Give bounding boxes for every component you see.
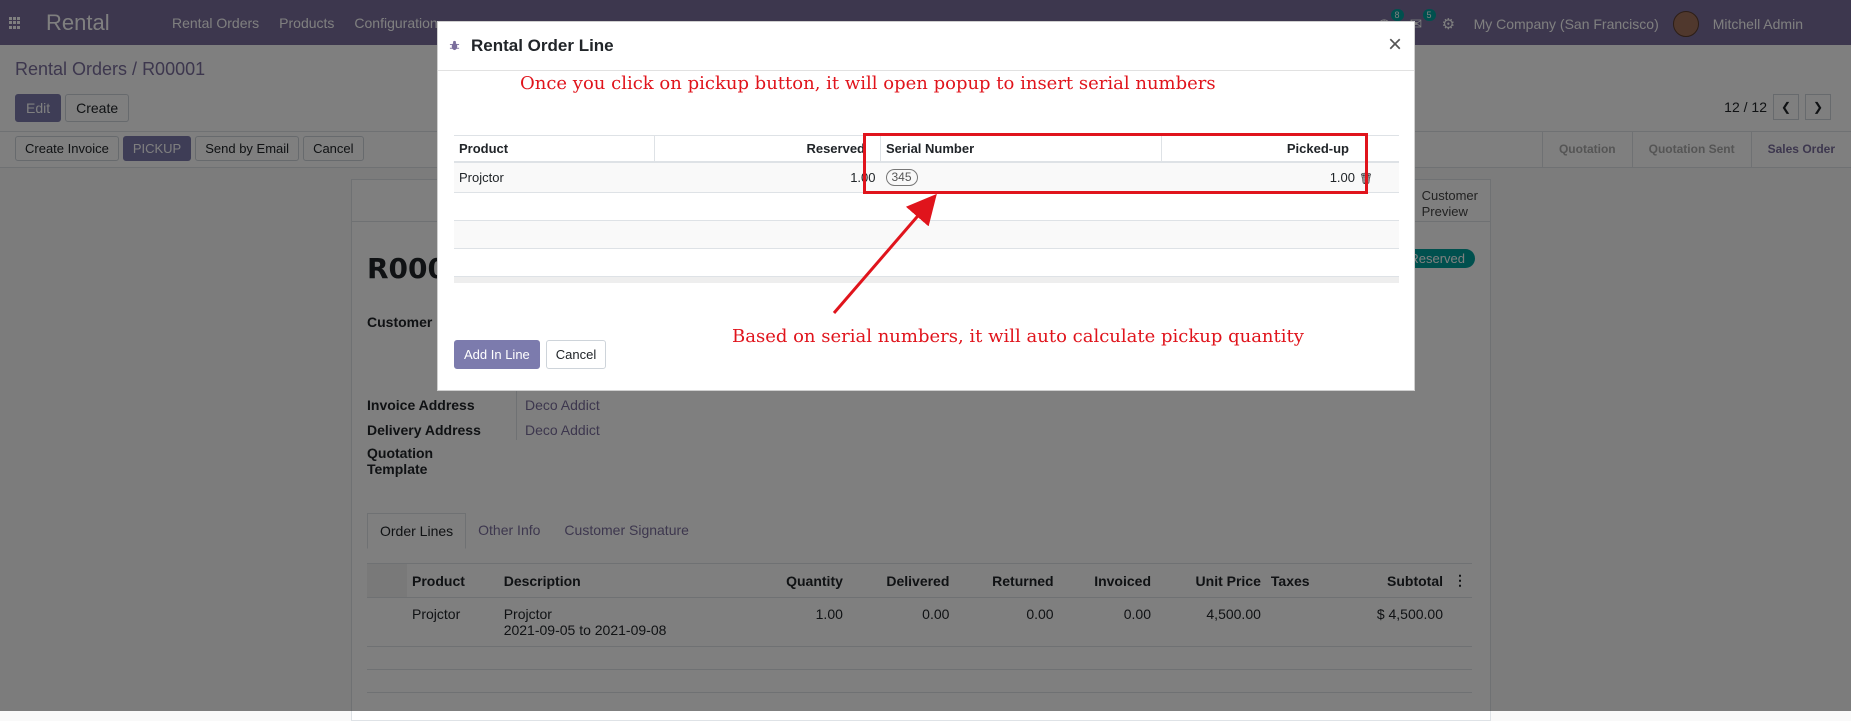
annotation-bottom: Based on serial numbers, it will auto ca…: [732, 326, 1304, 347]
add-in-line-button[interactable]: Add In Line: [454, 340, 540, 369]
cancel-button[interactable]: Cancel: [545, 340, 607, 369]
rental-order-line-dialog: Rental Order Line × Once you click on pi…: [437, 21, 1415, 391]
modal-footer: Add In Line Cancel: [454, 340, 607, 369]
